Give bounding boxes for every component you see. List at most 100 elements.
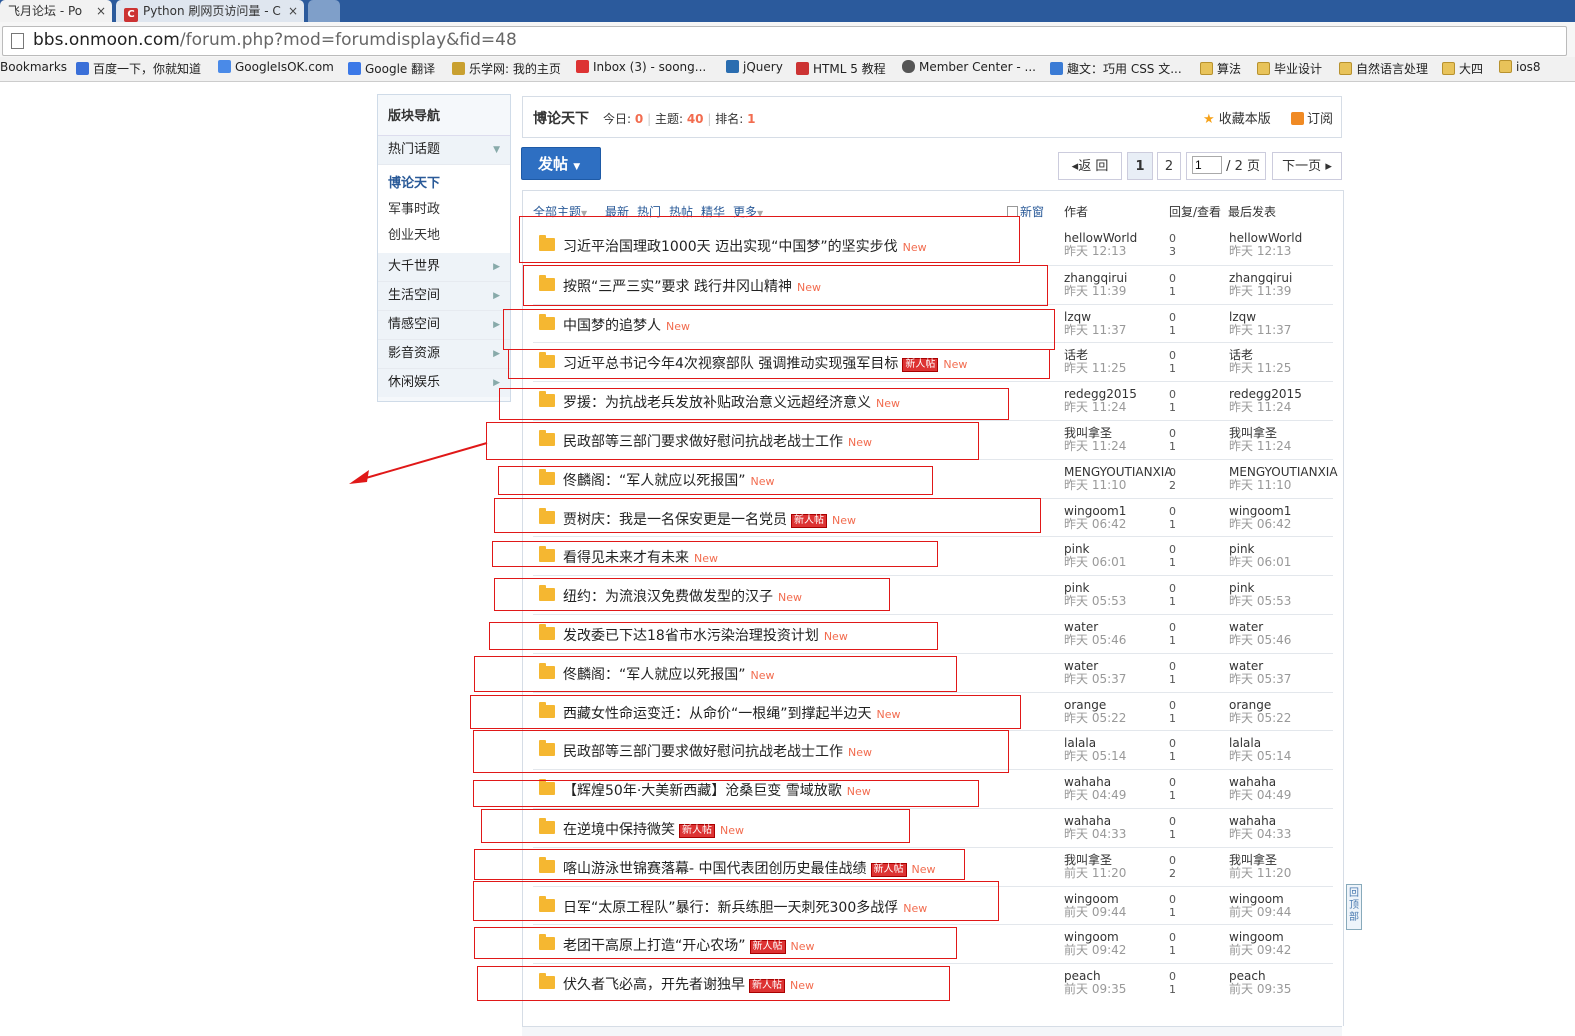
bookmark-item[interactable]: jQuery <box>726 60 783 74</box>
bookmark-item[interactable]: HTML 5 教程 <box>796 60 886 77</box>
last-author[interactable]: wahaha <box>1229 775 1276 789</box>
url-input[interactable]: bbs.onmoon.com/forum.php?mod=forumdispla… <box>2 26 1567 56</box>
bookmark-item[interactable]: GoogleIsOK.com <box>218 60 334 74</box>
last-date: 昨天 11:39 <box>1229 283 1292 298</box>
bookmark-item[interactable]: Google 翻译 <box>348 60 435 77</box>
author-name[interactable]: 我叫拿圣 <box>1064 853 1112 867</box>
bookmark-item[interactable]: Member Center - ... <box>902 60 1036 74</box>
forum-title: 博论天下 <box>533 111 589 127</box>
last-author[interactable]: zhangqirui <box>1229 271 1292 285</box>
last-date: 前天 09:42 <box>1229 943 1292 958</box>
post-date: 前天 11:20 <box>1064 865 1127 880</box>
sidebar-item-military[interactable]: 军事时政 <box>378 197 510 223</box>
last-author[interactable]: wingoom <box>1229 892 1284 906</box>
author-name[interactable]: water <box>1064 659 1098 673</box>
last-date: 前天 11:20 <box>1229 865 1292 880</box>
sidebar-item-startup[interactable]: 创业天地 <box>378 223 510 249</box>
new-post-button[interactable]: 发帖 ▼ <box>521 147 601 180</box>
thread-author: 话老 昨天 11:25 <box>1064 349 1126 375</box>
sidebar-group[interactable]: 休闲娱乐 ▶ <box>378 369 510 397</box>
author-name[interactable]: orange <box>1064 698 1106 712</box>
sidebar-group[interactable]: 大千世界 ▶ <box>378 253 510 282</box>
last-author[interactable]: 我叫拿圣 <box>1229 426 1277 440</box>
close-icon[interactable]: × <box>96 0 106 22</box>
sidebar-group-hot[interactable]: 热门话题 ▼ <box>378 136 510 165</box>
highlight-box <box>489 622 938 650</box>
last-author[interactable]: 我叫拿圣 <box>1229 853 1277 867</box>
last-author[interactable]: water <box>1229 659 1263 673</box>
author-name[interactable]: lalala <box>1064 736 1096 750</box>
bookmark-item[interactable]: 自然语言处理 <box>1339 60 1428 77</box>
close-icon[interactable]: × <box>288 0 298 22</box>
new-tab-button[interactable] <box>308 0 340 22</box>
bookmark-item[interactable]: Inbox (3) - soong... <box>576 60 706 74</box>
next-page-button[interactable]: 下一页 ▸ <box>1272 152 1342 180</box>
last-author[interactable]: orange <box>1229 698 1271 712</box>
back-to-top-button[interactable]: 回顶部 <box>1346 884 1362 930</box>
bookmark-item[interactable]: 趣文：巧用 CSS 文... <box>1050 60 1182 77</box>
bookmark-item[interactable]: 乐学网: 我的主页 <box>452 60 561 77</box>
bookmark-item[interactable]: ios8 <box>1499 60 1541 74</box>
sidebar-group[interactable]: 影音资源 ▶ <box>378 340 510 369</box>
bookmark-item[interactable]: Bookmarks <box>0 60 67 74</box>
author-name[interactable]: hellowWorld <box>1064 231 1137 245</box>
chevron-right-icon: ▶ <box>493 262 500 272</box>
author-name[interactable]: pink <box>1064 581 1090 595</box>
highlight-box <box>474 927 957 959</box>
author-name[interactable]: pink <box>1064 542 1090 556</box>
author-name[interactable]: 话老 <box>1064 348 1088 362</box>
last-author[interactable]: MENGYOUTIANXIA <box>1229 465 1338 479</box>
last-date: 昨天 06:01 <box>1229 555 1292 570</box>
post-date: 昨天 05:53 <box>1064 594 1127 609</box>
back-button[interactable]: ◂返 回 <box>1058 152 1122 180</box>
author-name[interactable]: water <box>1064 620 1098 634</box>
page-2-button[interactable]: 2 <box>1157 152 1181 180</box>
last-author[interactable]: 话老 <box>1229 348 1253 362</box>
sidebar-group[interactable]: 生活空间 ▶ <box>378 282 510 311</box>
author-name[interactable]: wingoom <box>1064 892 1119 906</box>
bookmark-item[interactable]: 算法 <box>1200 60 1241 77</box>
author-name[interactable]: wahaha <box>1064 775 1111 789</box>
highlight-box <box>494 498 1041 533</box>
author-name[interactable]: MENGYOUTIANXIA <box>1064 465 1173 479</box>
post-date: 昨天 11:24 <box>1064 400 1127 415</box>
tab-forum[interactable]: 飞月论坛 - Po × <box>0 0 112 22</box>
last-author[interactable]: hellowWorld <box>1229 231 1302 245</box>
last-author[interactable]: wahaha <box>1229 814 1276 828</box>
last-author[interactable]: pink <box>1229 542 1255 556</box>
author-name[interactable]: lzqw <box>1064 310 1091 324</box>
post-date: 昨天 05:14 <box>1064 749 1127 764</box>
bookmark-item[interactable]: 大四 <box>1442 60 1483 77</box>
last-author[interactable]: lalala <box>1229 736 1261 750</box>
page-input[interactable] <box>1191 156 1222 174</box>
last-author[interactable]: wingoom1 <box>1229 504 1291 518</box>
thread-author: peach 前天 09:35 <box>1064 970 1126 996</box>
author-name[interactable]: zhangqirui <box>1064 271 1127 285</box>
last-author[interactable]: lzqw <box>1229 310 1256 324</box>
last-author[interactable]: water <box>1229 620 1263 634</box>
folder-icon <box>1442 62 1455 75</box>
subscribe-button[interactable]: 订阅 <box>1291 108 1333 127</box>
last-date: 前天 09:35 <box>1229 982 1292 997</box>
thread-author: orange 昨天 05:22 <box>1064 698 1126 725</box>
favorite-button[interactable]: ★ 收藏本版 <box>1203 108 1271 127</box>
reply-view-count: 01 <box>1169 310 1176 337</box>
last-author[interactable]: pink <box>1229 581 1255 595</box>
last-date: 昨天 04:33 <box>1229 827 1292 841</box>
tab-python[interactable]: C Python 刷网页访问量 - C × <box>116 0 304 22</box>
w3-icon <box>796 62 809 75</box>
author-name[interactable]: wahaha <box>1064 814 1111 828</box>
post-date: 昨天 11:25 <box>1064 361 1127 376</box>
highlight-box <box>477 966 950 1001</box>
thread-author: MENGYOUTIANXIA 昨天 11:10 <box>1064 465 1173 492</box>
last-post: water 昨天 05:37 <box>1229 659 1291 686</box>
author-name[interactable]: 我叫拿圣 <box>1064 426 1112 440</box>
author-name[interactable]: redegg2015 <box>1064 387 1137 401</box>
last-author[interactable]: redegg2015 <box>1229 387 1302 401</box>
bookmark-item[interactable]: 百度一下，你就知道 <box>76 60 201 77</box>
sidebar-group[interactable]: 情感空间 ▶ <box>378 311 510 340</box>
sidebar-item-bolun[interactable]: 博论天下 <box>378 171 510 197</box>
page-1-button[interactable]: 1 <box>1127 152 1153 180</box>
author-name[interactable]: wingoom1 <box>1064 504 1126 518</box>
bookmark-item[interactable]: 毕业设计 <box>1257 60 1322 77</box>
